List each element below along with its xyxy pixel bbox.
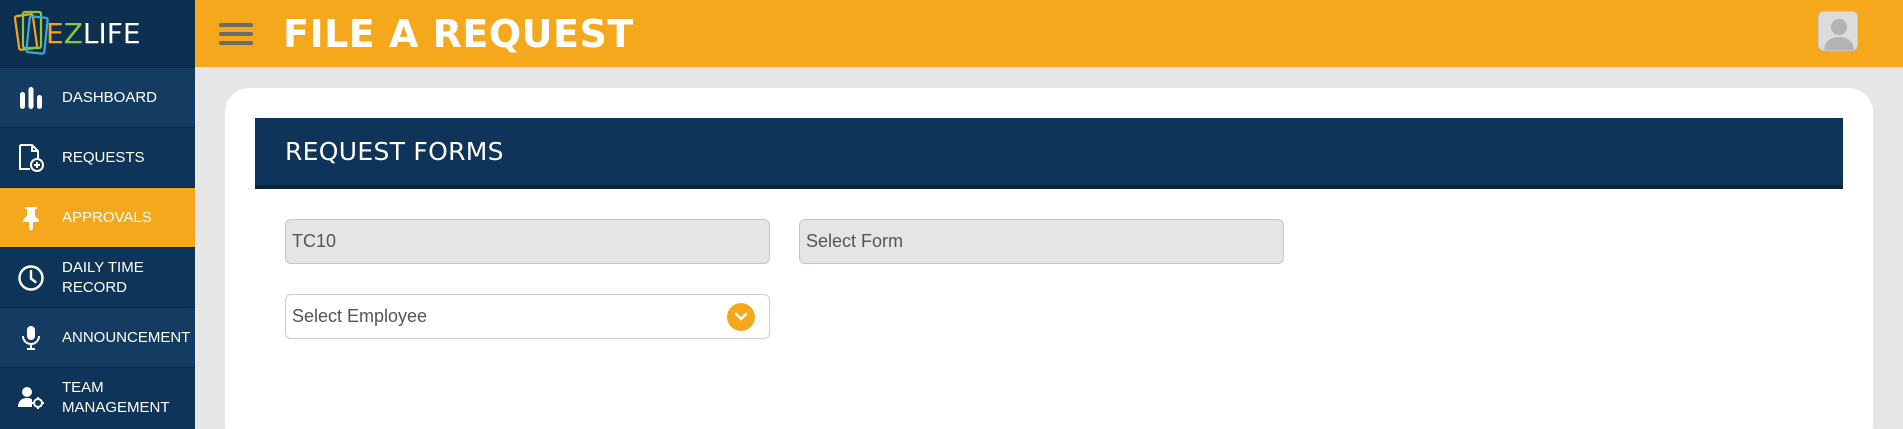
user-avatar-icon bbox=[1819, 12, 1857, 50]
company-field-value: TC10 bbox=[292, 231, 337, 251]
sidebar-item-requests[interactable]: REQUESTS bbox=[0, 127, 195, 187]
document-add-icon bbox=[0, 143, 62, 173]
app-root: EZLIFE DASHBOARD REQUESTS APPROVALS DAIL… bbox=[0, 0, 1903, 429]
sidebar-item-label-line2: MANAGEMENT bbox=[62, 398, 170, 416]
sidebar-item-daily-time-record[interactable]: DAILY TIME RECORD bbox=[0, 247, 195, 307]
logo-mark-icon bbox=[14, 10, 49, 55]
top-header: FILE A REQUEST bbox=[195, 0, 1903, 67]
sidebar-item-label-multiline: TEAM MANAGEMENT bbox=[62, 378, 170, 418]
sidebar-item-label-line1: DAILY TIME bbox=[62, 258, 144, 276]
sidebar-item-dashboard[interactable]: DASHBOARD bbox=[0, 67, 195, 127]
page-title: FILE A REQUEST bbox=[283, 11, 634, 56]
sidebar: EZLIFE DASHBOARD REQUESTS APPROVALS DAIL… bbox=[0, 0, 195, 429]
pin-icon bbox=[0, 205, 62, 231]
avatar[interactable] bbox=[1818, 11, 1858, 51]
employee-select[interactable]: Select Employee bbox=[285, 294, 770, 339]
hamburger-menu-icon[interactable] bbox=[219, 18, 253, 50]
logo-letter-z: Z bbox=[63, 16, 83, 50]
user-gear-icon bbox=[0, 385, 62, 411]
company-field[interactable]: TC10 bbox=[285, 219, 770, 264]
sidebar-item-label: APPROVALS bbox=[62, 208, 152, 226]
form-select-value: Select Form bbox=[806, 231, 904, 251]
panel-header: REQUEST FORMS bbox=[255, 118, 1843, 189]
sidebar-item-label: DASHBOARD bbox=[62, 88, 158, 106]
sidebar-item-label-line1: TEAM bbox=[62, 378, 104, 396]
main-card: REQUEST FORMS TC10 Select Form Select Em… bbox=[225, 88, 1873, 429]
microphone-icon bbox=[0, 324, 62, 352]
sidebar-item-approvals[interactable]: APPROVALS bbox=[0, 187, 195, 247]
form-select[interactable]: Select Form bbox=[799, 219, 1284, 264]
brand-logo[interactable]: EZLIFE bbox=[0, 0, 195, 67]
sidebar-item-label: ANNOUNCEMENT bbox=[62, 328, 191, 346]
employee-select-value: Select Employee bbox=[292, 306, 428, 326]
bar-chart-icon bbox=[0, 85, 62, 111]
clock-icon bbox=[0, 264, 62, 292]
sidebar-item-team-management[interactable]: TEAM MANAGEMENT bbox=[0, 367, 195, 427]
sidebar-item-label-multiline: DAILY TIME RECORD bbox=[62, 258, 144, 298]
logo-text: EZLIFE bbox=[46, 16, 141, 50]
panel-title: REQUEST FORMS bbox=[285, 137, 504, 166]
sidebar-item-label: REQUESTS bbox=[62, 148, 145, 166]
sidebar-item-label-line2: RECORD bbox=[62, 278, 128, 296]
sidebar-item-announcement[interactable]: ANNOUNCEMENT bbox=[0, 307, 195, 367]
logo-word-life: LIFE bbox=[82, 16, 141, 50]
chevron-down-icon[interactable] bbox=[727, 303, 755, 331]
